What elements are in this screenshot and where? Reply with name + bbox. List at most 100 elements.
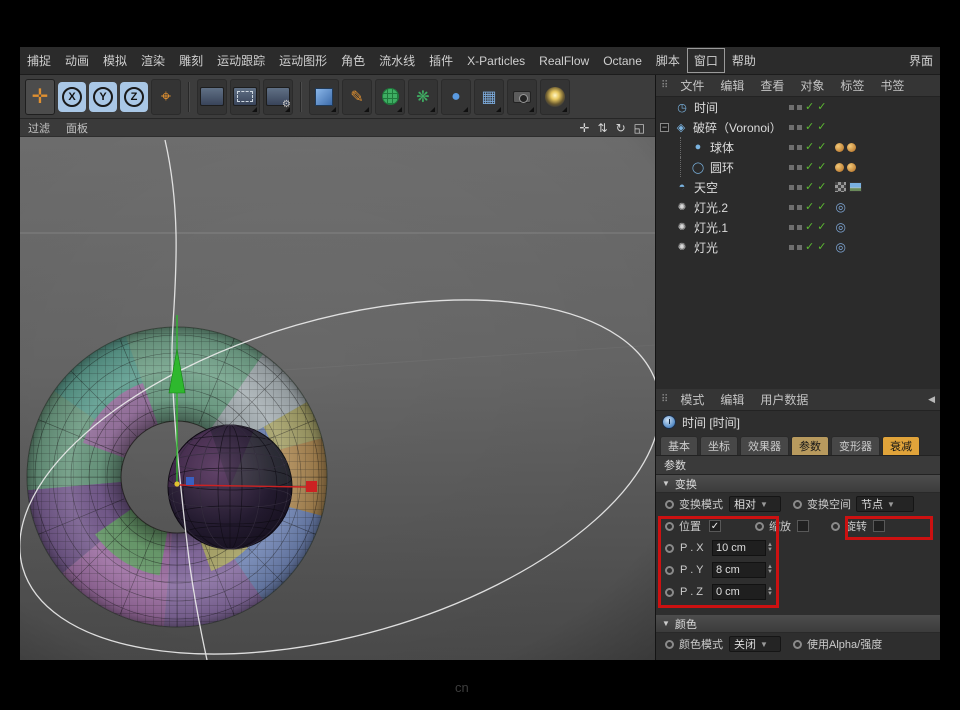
object-row[interactable]: ● 球体 ✓✓: [656, 137, 940, 157]
material-tag-icon[interactable]: [835, 143, 844, 152]
menu-item[interactable]: 帮助: [725, 48, 763, 73]
enabled-check-icon[interactable]: ✓: [817, 102, 826, 113]
material-tag-icon[interactable]: [835, 163, 844, 172]
menu-item[interactable]: 流水线: [372, 48, 422, 73]
menu-item[interactable]: 运动跟踪: [210, 48, 272, 73]
editor-visibility-dot[interactable]: [789, 105, 794, 110]
panel-grip-icon[interactable]: ⠿: [656, 394, 672, 405]
object-name[interactable]: 球体: [710, 139, 734, 156]
spline-pen-button[interactable]: ✎: [342, 79, 372, 115]
maximize-icon[interactable]: ◱: [634, 121, 645, 135]
tab-effector[interactable]: 效果器: [740, 436, 789, 455]
py-input[interactable]: [712, 562, 766, 578]
position-checkbox[interactable]: ✓: [709, 520, 721, 532]
tab-basic[interactable]: 基本: [660, 436, 698, 455]
pz-input[interactable]: [712, 584, 766, 600]
material-tag-icon[interactable]: [847, 143, 856, 152]
tab-deformer[interactable]: 变形器: [831, 436, 880, 455]
menu-item[interactable]: 捕捉: [20, 48, 58, 73]
viewport-canvas[interactable]: [20, 137, 655, 660]
object-row[interactable]: ✺ 灯光.1 ✓✓ ◎: [656, 217, 940, 237]
render-visibility-dot[interactable]: [797, 225, 802, 230]
editor-visibility-dot[interactable]: [789, 125, 794, 130]
coordinate-system-button[interactable]: ⌖: [151, 79, 181, 115]
enabled-check-icon[interactable]: ✓: [817, 162, 826, 173]
color-mode-select[interactable]: 关闭 ▼: [729, 636, 781, 652]
menu-item[interactable]: 雕刻: [172, 48, 210, 73]
render-visibility-dot[interactable]: [797, 205, 802, 210]
floor-grid-button[interactable]: ▦: [474, 79, 504, 115]
om-menu-edit[interactable]: 编辑: [712, 77, 752, 94]
pan-icon[interactable]: ✛: [579, 121, 589, 135]
render-visibility-dot[interactable]: [797, 245, 802, 250]
object-row[interactable]: ✺ 灯光 ✓✓ ◎: [656, 237, 940, 257]
history-back-icon[interactable]: ◀: [928, 394, 940, 405]
gizmo-origin[interactable]: [174, 481, 179, 486]
metaball-button[interactable]: ●: [441, 79, 471, 115]
enabled-check-icon[interactable]: ✓: [817, 242, 826, 253]
enabled-check-icon[interactable]: ✓: [805, 222, 814, 233]
viewport-filter-tab[interactable]: 过滤: [20, 120, 58, 136]
move-tool-button[interactable]: ✛: [25, 79, 55, 115]
keyframe-circle-icon[interactable]: [831, 522, 840, 531]
object-name[interactable]: 时间: [694, 99, 718, 116]
z-axis-handle-box[interactable]: [186, 477, 194, 485]
editor-visibility-dot[interactable]: [789, 165, 794, 170]
enabled-check-icon[interactable]: ✓: [817, 142, 826, 153]
keyframe-circle-icon[interactable]: [665, 566, 674, 575]
transform-group-header[interactable]: ▼ 变换: [656, 475, 940, 493]
render-visibility-dot[interactable]: [797, 105, 802, 110]
spinner-arrows-icon[interactable]: ▲▼: [767, 565, 773, 575]
enabled-check-icon[interactable]: ✓: [805, 142, 814, 153]
spinner-arrows-icon[interactable]: ▲▼: [767, 587, 773, 597]
om-menu-tags[interactable]: 标签: [832, 77, 872, 94]
enabled-check-icon[interactable]: ✓: [817, 202, 826, 213]
object-row[interactable]: ◯ 圆环 ✓✓: [656, 157, 940, 177]
object-name[interactable]: 天空: [694, 179, 718, 196]
render-view-button[interactable]: [197, 79, 227, 115]
panel-grip-icon[interactable]: ⠿: [656, 80, 672, 91]
object-row[interactable]: ◷ 时间 ✓✓: [656, 97, 940, 117]
object-name[interactable]: 圆环: [710, 159, 734, 176]
primitive-cube-button[interactable]: [309, 79, 339, 115]
interface-layout-menu[interactable]: 界面: [902, 48, 940, 73]
om-menu-view[interactable]: 查看: [752, 77, 792, 94]
collapse-toggle-icon[interactable]: −: [660, 123, 669, 132]
enabled-check-icon[interactable]: ✓: [805, 242, 814, 253]
keyframe-circle-icon[interactable]: [755, 522, 764, 531]
y-axis-lock-button[interactable]: Y: [89, 82, 117, 112]
x-axis-lock-button[interactable]: X: [58, 82, 86, 112]
enabled-check-icon[interactable]: ✓: [817, 122, 826, 133]
enabled-check-icon[interactable]: ✓: [817, 182, 826, 193]
color-group-header[interactable]: ▼ 颜色: [656, 615, 940, 633]
light-button[interactable]: [540, 79, 570, 115]
tab-parameter[interactable]: 参数: [791, 436, 829, 455]
editor-visibility-dot[interactable]: [789, 185, 794, 190]
target-tag-icon[interactable]: ◎: [835, 221, 845, 233]
tab-falloff[interactable]: 衰减: [882, 436, 920, 455]
render-visibility-dot[interactable]: [797, 145, 802, 150]
editor-visibility-dot[interactable]: [789, 225, 794, 230]
menu-item[interactable]: 角色: [334, 48, 372, 73]
menu-item[interactable]: 插件: [422, 48, 460, 73]
menu-item[interactable]: Octane: [596, 50, 649, 72]
zoom-icon[interactable]: ⇅: [598, 121, 608, 135]
menu-item[interactable]: 脚本: [649, 48, 687, 73]
object-name[interactable]: 灯光.2: [694, 199, 728, 216]
keyframe-circle-icon[interactable]: [665, 544, 674, 553]
editor-visibility-dot[interactable]: [789, 205, 794, 210]
material-tag-icon[interactable]: [847, 163, 856, 172]
sky-tag-icon[interactable]: [849, 182, 862, 192]
enabled-check-icon[interactable]: ✓: [805, 202, 814, 213]
z-axis-lock-button[interactable]: Z: [120, 82, 148, 112]
enabled-check-icon[interactable]: ✓: [805, 182, 814, 193]
menu-item[interactable]: 模拟: [96, 48, 134, 73]
mograph-array-button[interactable]: ❋: [408, 79, 438, 115]
keyframe-circle-icon[interactable]: [665, 640, 674, 649]
enabled-check-icon[interactable]: ✓: [817, 222, 826, 233]
menu-item[interactable]: 渲染: [134, 48, 172, 73]
object-name[interactable]: 灯光.1: [694, 219, 728, 236]
render-visibility-dot[interactable]: [797, 185, 802, 190]
subdivision-surface-button[interactable]: [375, 79, 405, 115]
am-menu-userdata[interactable]: 用户数据: [752, 391, 816, 408]
